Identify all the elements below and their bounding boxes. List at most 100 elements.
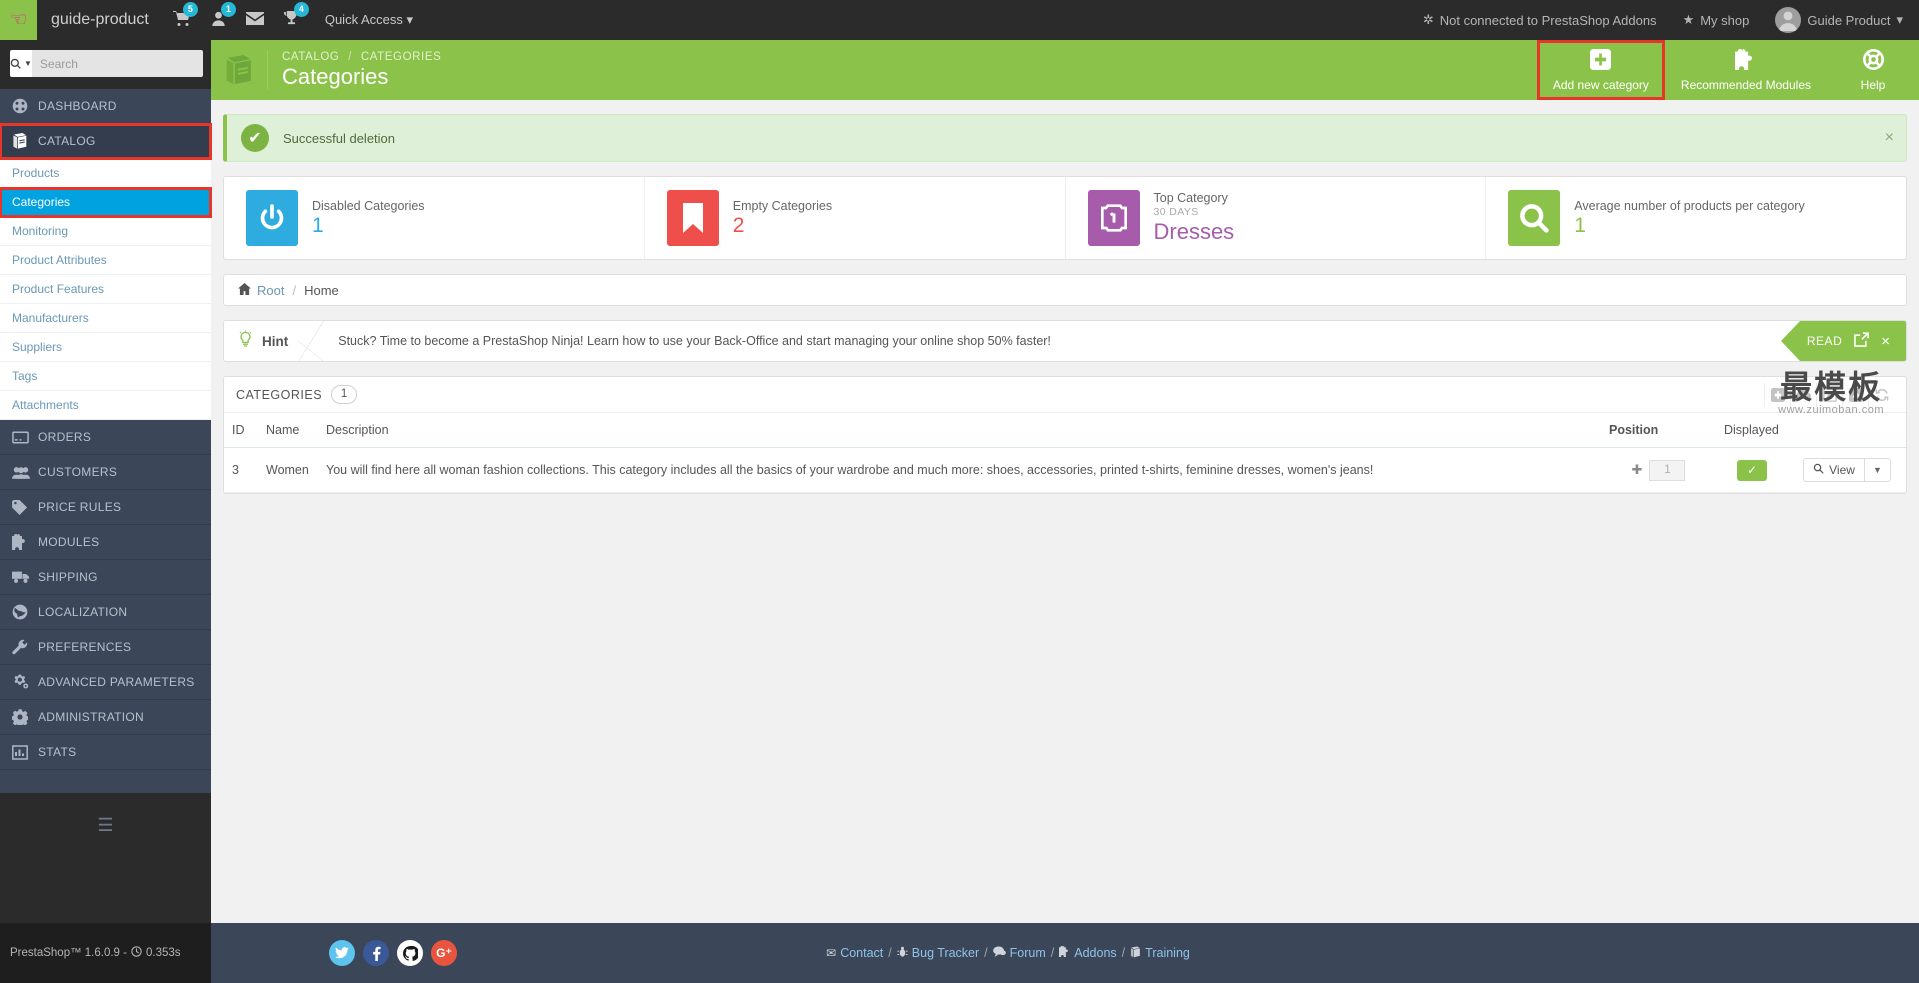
close-icon[interactable]: × — [1881, 333, 1890, 350]
cart-icon[interactable]: 5 — [172, 2, 198, 29]
sidebar-item-shipping[interactable]: SHIPPING — [0, 560, 211, 595]
categories-table: ID Name Description Position Displayed 3… — [224, 413, 1906, 493]
truck-icon — [12, 570, 38, 584]
kpi-average-products-per-category[interactable]: Average number of products per category … — [1486, 177, 1906, 259]
submenu-item-product-attributes[interactable]: Product Attributes — [0, 246, 211, 275]
user-menu[interactable]: Guide Product ▾ — [1775, 7, 1903, 33]
sidebar-item-administration[interactable]: ADMINISTRATION — [0, 700, 211, 735]
trophy-icon[interactable]: 4 — [283, 2, 309, 29]
column-header-displayed[interactable]: Displayed — [1716, 413, 1788, 448]
footer-link-label[interactable]: Bug Tracker — [912, 946, 979, 960]
column-header-position[interactable]: Position — [1601, 413, 1716, 448]
kpi-empty-categories[interactable]: Empty Categories 2 — [645, 177, 1066, 259]
refresh-icon[interactable] — [1868, 382, 1894, 407]
footer-link-forum[interactable]: Forum — [992, 946, 1046, 960]
footer-link-addons[interactable]: Addons — [1059, 946, 1117, 960]
breadcrumb-parent[interactable]: CATALOG — [282, 51, 339, 63]
submenu-link[interactable]: Products — [0, 159, 211, 188]
help-button[interactable]: Help — [1827, 40, 1919, 100]
breadcrumb-current[interactable]: CATEGORIES — [361, 51, 442, 63]
customers-icon[interactable]: 1 — [211, 2, 236, 29]
external-link-icon[interactable] — [1854, 332, 1870, 350]
row-actions-dropdown[interactable]: ▼ — [1864, 458, 1891, 482]
logo-button[interactable]: ☜ — [0, 0, 37, 40]
import-share-icon[interactable] — [1842, 382, 1868, 407]
footer-link-contact[interactable]: ✉ Contact — [826, 946, 883, 960]
submenu-link[interactable]: Tags — [0, 362, 211, 391]
sidebar-item-label: DASHBOARD — [38, 99, 117, 113]
submenu-link[interactable]: Monitoring — [0, 217, 211, 246]
puzzle-icon — [1735, 48, 1756, 74]
search-input[interactable] — [31, 50, 203, 77]
hint-read-link[interactable]: READ — [1807, 334, 1842, 348]
sidebar-item-orders[interactable]: ORDERS — [0, 420, 211, 455]
kpi-label: Empty Categories — [732, 198, 833, 213]
my-shop-link[interactable]: ★ My shop — [1683, 12, 1750, 28]
footer-link-bug-tracker[interactable]: Bug Tracker — [897, 946, 979, 961]
footer-link-label[interactable]: Training — [1145, 946, 1190, 960]
search-scope-dropdown[interactable]: ▼ — [10, 50, 32, 77]
version-bar: PrestaShop™ 1.6.0.9 - 0.353s — [0, 923, 211, 983]
path-root-link[interactable]: Root — [257, 283, 284, 298]
sidebar-item-price-rules[interactable]: PRICE RULES — [0, 490, 211, 525]
google-plus-icon[interactable]: G⁺ — [431, 940, 457, 966]
submenu-link[interactable]: Product Features — [0, 275, 211, 304]
recommended-modules-button[interactable]: Recommended Modules — [1665, 40, 1827, 100]
footer-separator: / — [1121, 946, 1126, 960]
column-header-name[interactable]: Name — [258, 413, 318, 448]
kpi-disabled-categories[interactable]: Disabled Categories 1 — [224, 177, 645, 259]
sidebar-item-advanced-parameters[interactable]: ADVANCED PARAMETERS — [0, 665, 211, 700]
sidebar-item-preferences[interactable]: PREFERENCES — [0, 630, 211, 665]
submenu-item-products[interactable]: Products — [0, 159, 211, 188]
sidebar-item-localization[interactable]: LOCALIZATION — [0, 595, 211, 630]
sidebar-item-dashboard[interactable]: DASHBOARD — [0, 89, 211, 124]
submenu-item-product-features[interactable]: Product Features — [0, 275, 211, 304]
sidebar-item-stats[interactable]: STATS — [0, 735, 211, 770]
submenu-item-attachments[interactable]: Attachments — [0, 391, 211, 420]
position-input[interactable] — [1649, 459, 1686, 481]
drag-handle-icon[interactable]: ✚ — [1632, 462, 1643, 478]
sidebar-item-customers[interactable]: CUSTOMERS — [0, 455, 211, 490]
cell-actions: View ▼ — [1788, 447, 1906, 493]
footer-link-label[interactable]: Contact — [840, 946, 883, 960]
sidebar-item-catalog[interactable]: CATALOG — [0, 123, 212, 160]
kpi-top-category[interactable]: Top Category 30 DAYS Dresses — [1066, 177, 1487, 259]
addons-status[interactable]: ✲ Not connected to PrestaShop Addons — [1423, 12, 1657, 28]
submenu-link[interactable]: Categories — [0, 188, 211, 217]
displayed-toggle[interactable]: ✓ — [1737, 459, 1767, 481]
submenu-link[interactable]: Suppliers — [0, 333, 211, 362]
edit-icon[interactable] — [1816, 382, 1842, 407]
quick-access-dropdown[interactable]: Quick Access ▾ — [325, 12, 413, 28]
catalog-submenu: Products Categories Monitoring Product A… — [0, 159, 212, 420]
add-icon[interactable] — [1764, 382, 1790, 407]
badge-one-icon — [1087, 190, 1140, 246]
footer-link-training[interactable]: Training — [1130, 946, 1190, 961]
submenu-link[interactable]: Manufacturers — [0, 304, 211, 333]
submenu-item-monitoring[interactable]: Monitoring — [0, 217, 211, 246]
footer-link-label[interactable]: Addons — [1074, 946, 1116, 960]
column-header-id[interactable]: ID — [224, 413, 258, 448]
addons-status-label: Not connected to PrestaShop Addons — [1439, 12, 1657, 28]
view-button[interactable]: View — [1803, 458, 1865, 482]
submenu-item-categories[interactable]: Categories — [0, 187, 212, 218]
facebook-icon[interactable] — [363, 940, 389, 966]
close-icon[interactable]: × — [1885, 130, 1894, 146]
submenu-item-tags[interactable]: Tags — [0, 362, 211, 391]
github-icon[interactable] — [397, 940, 423, 966]
hint-text: Stuck? Time to become a PrestaShop Ninja… — [338, 334, 1051, 348]
sidebar-item-modules[interactable]: MODULES — [0, 525, 211, 560]
bar-chart-icon — [12, 744, 38, 760]
twitter-icon[interactable] — [329, 940, 355, 966]
submenu-item-manufacturers[interactable]: Manufacturers — [0, 304, 211, 333]
table-row[interactable]: 3 Women You will find here all woman fas… — [224, 447, 1906, 493]
submenu-link[interactable]: Product Attributes — [0, 246, 211, 275]
submenu-link[interactable]: Attachments — [0, 391, 211, 420]
footer-link-label[interactable]: Forum — [1010, 946, 1046, 960]
footer-separator: / — [1050, 946, 1055, 960]
shop-name[interactable]: guide-product — [51, 11, 149, 29]
add-new-category-button[interactable]: Add new category — [1536, 40, 1665, 100]
column-header-description[interactable]: Description — [318, 413, 1601, 448]
submenu-item-suppliers[interactable]: Suppliers — [0, 333, 211, 362]
messages-icon[interactable] — [245, 12, 264, 28]
export-cloud-icon[interactable] — [1790, 382, 1816, 407]
